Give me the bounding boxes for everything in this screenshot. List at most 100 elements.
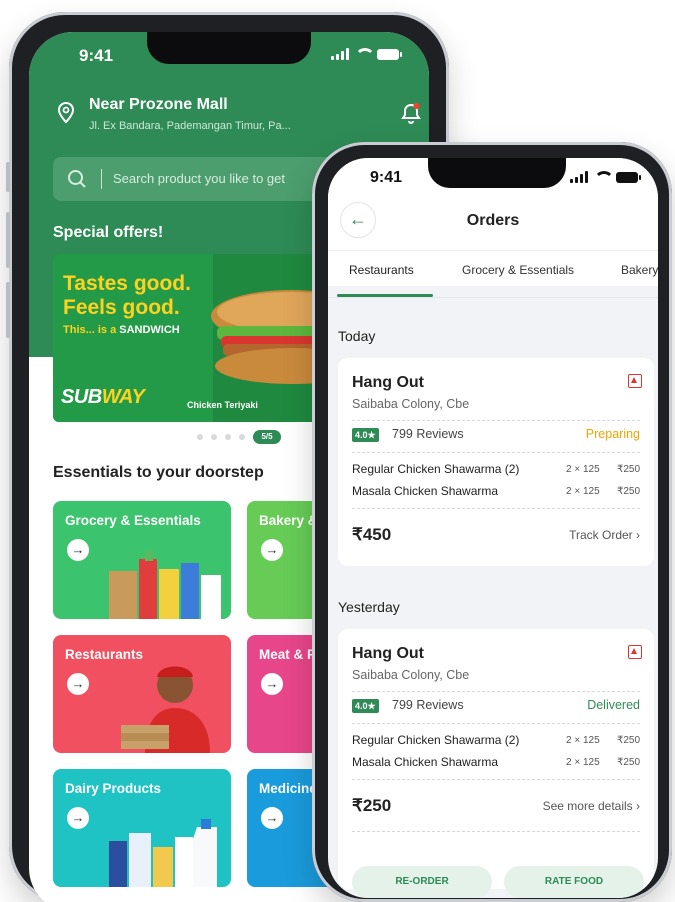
divider [352, 452, 640, 453]
arrow-right-icon: → [67, 807, 89, 829]
item-name: Regular Chicken Shawarma (2) [352, 733, 520, 747]
item-name: Regular Chicken Shawarma (2) [352, 462, 520, 476]
tile-grocery[interactable]: Grocery & Essentials → [53, 501, 231, 619]
restaurant-address: Saibaba Colony, Cbe [352, 668, 470, 682]
tab-divider [328, 297, 658, 298]
restaurant-address: Saibaba Colony, Cbe [352, 397, 470, 411]
grocery-image [109, 551, 221, 619]
subway-logo-way: WAY [101, 386, 145, 408]
tab-bakery[interactable]: Bakery [621, 263, 658, 277]
see-more-details-link[interactable]: See more details › [543, 799, 640, 813]
search-input[interactable]: Search product you like to get [113, 171, 285, 186]
mute-switch [6, 162, 10, 192]
location-address: Jl. Ex Bandara, Pademangan Timur, Pa... [89, 120, 291, 132]
divider [352, 723, 640, 724]
dairy-image [109, 819, 217, 887]
review-count: 799 Reviews [392, 698, 464, 712]
volume-down-button [6, 282, 10, 338]
item-name: Masala Chicken Shawarma [352, 755, 499, 769]
tile-label: Meat & F [259, 647, 316, 662]
restaurant-name: Hang Out [352, 374, 424, 391]
arrow-right-icon: → [261, 807, 283, 829]
review-count: 799 Reviews [392, 427, 464, 441]
item-price: ₹250 [616, 757, 640, 768]
tab-grocery-essentials[interactable]: Grocery & Essentials [462, 263, 574, 277]
tile-label: Dairy Products [65, 781, 162, 796]
banner-tagline: This... is a SANDWICH [63, 324, 180, 336]
search-divider [101, 169, 102, 189]
banner-tagline-bold: SANDWICH [119, 324, 180, 336]
page-title: Orders [466, 212, 520, 229]
cellular-signal-icon [570, 171, 588, 183]
non-veg-icon [628, 374, 642, 388]
wifi-icon [355, 48, 375, 60]
rate-food-button[interactable]: RATE FOOD [504, 866, 644, 898]
arrow-right-icon: → [261, 539, 283, 561]
orders-screen: 9:41 ← Orders Restaurants Grocery & Esse… [328, 158, 658, 898]
arrow-right-icon: → [261, 673, 283, 695]
banner-headline: Tastes good. Feels good. [63, 272, 191, 319]
tab-restaurants[interactable]: Restaurants [349, 263, 414, 277]
section-yesterday: Yesterday [338, 599, 400, 615]
pager-dot[interactable] [239, 434, 245, 440]
non-veg-icon [628, 645, 642, 659]
pager-dot[interactable] [211, 434, 217, 440]
order-total: ₹250 [352, 796, 392, 815]
order-tabs: Restaurants Grocery & Essentials Bakery [328, 250, 658, 286]
search-icon [68, 170, 86, 188]
notch [147, 32, 311, 64]
item-price: ₹250 [616, 464, 640, 475]
tile-label: Bakery & [259, 513, 318, 528]
tile-dairy[interactable]: Dairy Products → [53, 769, 231, 887]
tile-label: Grocery & Essentials [65, 513, 201, 528]
status-time: 9:41 [79, 46, 114, 65]
divider [352, 420, 640, 421]
divider [352, 508, 640, 509]
item-qty: 2 × 125 [566, 735, 600, 746]
cellular-signal-icon [331, 48, 349, 60]
phone-orders: 9:41 ← Orders Restaurants Grocery & Esse… [312, 142, 672, 902]
bell-icon[interactable] [401, 102, 421, 124]
rating-badge: 4.0★ [352, 428, 379, 442]
rating-badge: 4.0★ [352, 699, 379, 713]
reorder-button[interactable]: RE-ORDER [352, 866, 492, 898]
order-total: ₹450 [352, 525, 392, 544]
see-more-details-label: See more details [542, 799, 633, 813]
wifi-icon [594, 171, 614, 183]
tile-restaurants[interactable]: Restaurants → [53, 635, 231, 753]
item-qty: 2 × 125 [566, 757, 600, 768]
location-title: Near Prozone Mall [89, 96, 228, 113]
mockup-stage: 9:41 Near Prozone Mall Jl. Ex Bandara, P… [0, 0, 675, 902]
item-price: ₹250 [616, 486, 640, 497]
chevron-right-icon: › [636, 799, 640, 813]
essentials-heading: Essentials to your doorstep [53, 464, 264, 481]
order-card[interactable]: Hang Out Saibaba Colony, Cbe 4.0★ 799 Re… [338, 629, 654, 889]
pager-dot[interactable] [197, 434, 203, 440]
pager-active[interactable]: 5/5 [253, 430, 281, 444]
banner-tagline-prefix: This... is a [63, 324, 120, 336]
subway-logo-sub: SUB [61, 386, 102, 408]
active-tab-indicator [337, 294, 433, 297]
carousel-pager[interactable]: 5/5 [197, 430, 281, 444]
battery-icon [377, 48, 402, 60]
track-order-label: Track Order [569, 528, 633, 542]
subway-logo: SUBWAY [61, 386, 145, 409]
volume-up-button [6, 212, 10, 268]
delivery-person-image [121, 666, 210, 753]
location-pin-icon [57, 102, 75, 124]
divider [352, 779, 640, 780]
item-price: ₹250 [616, 735, 640, 746]
order-status: Delivered [587, 698, 640, 712]
divider [352, 831, 640, 832]
banner-caption: Chicken Teriyaki [187, 400, 258, 410]
item-name: Masala Chicken Shawarma [352, 484, 499, 498]
divider [352, 691, 640, 692]
pager-dot[interactable] [225, 434, 231, 440]
order-card[interactable]: Hang Out Saibaba Colony, Cbe 4.0★ 799 Re… [338, 358, 654, 566]
chevron-right-icon: › [636, 528, 640, 542]
track-order-link[interactable]: Track Order › [569, 528, 640, 542]
arrow-right-icon: → [67, 673, 89, 695]
restaurant-name: Hang Out [352, 645, 424, 662]
special-offers-heading: Special offers! [53, 224, 164, 241]
item-qty: 2 × 125 [566, 486, 600, 497]
